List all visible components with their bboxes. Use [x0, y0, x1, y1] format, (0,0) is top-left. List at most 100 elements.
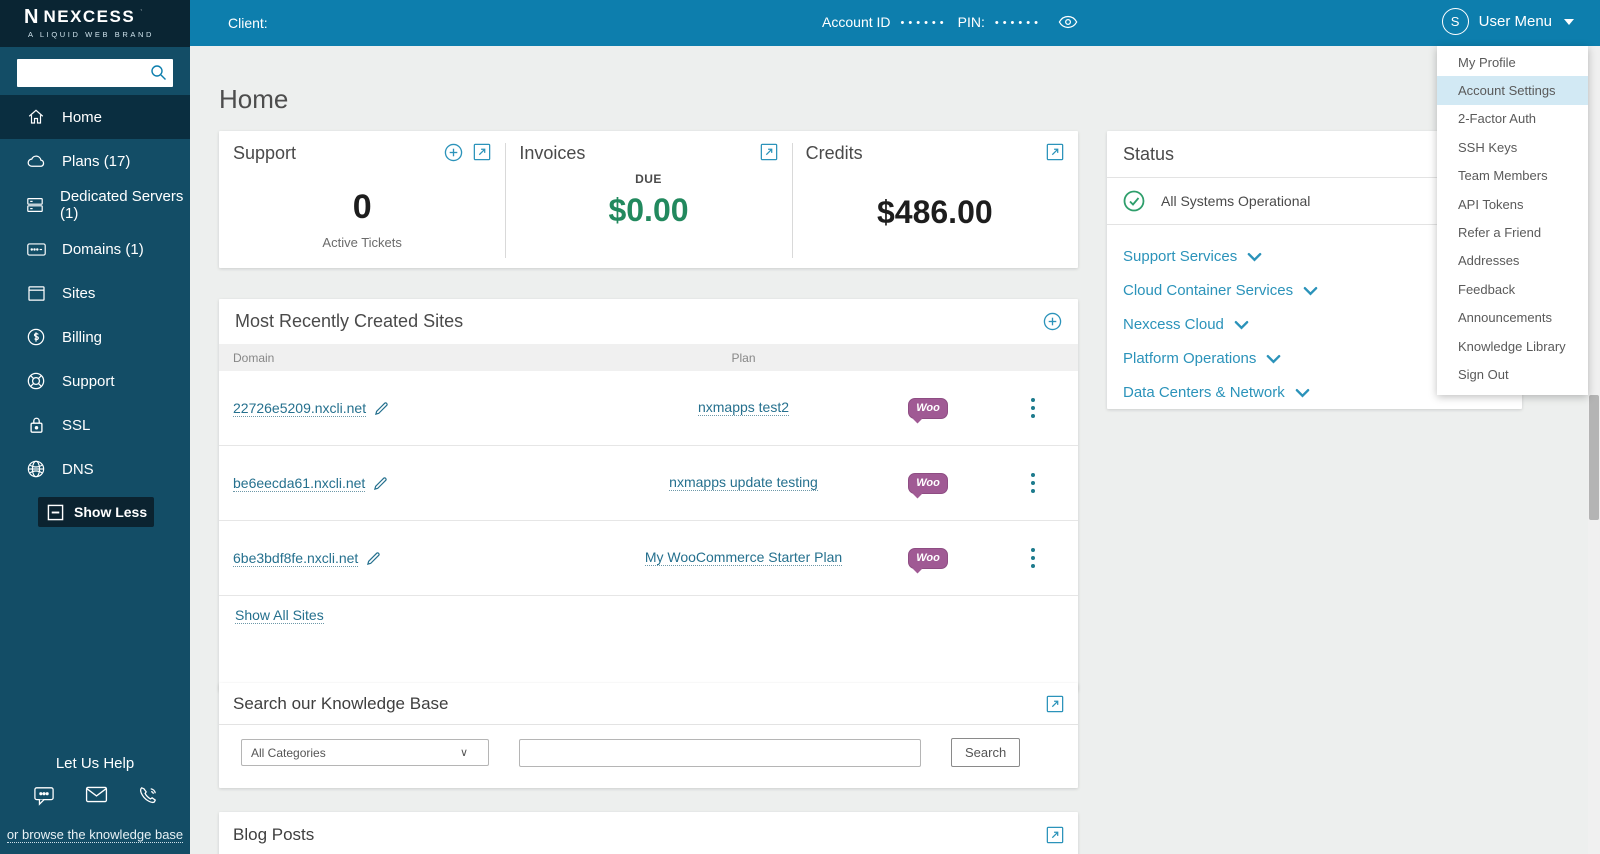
brand-tagline: A LIQUID WEB BRAND — [28, 30, 154, 39]
sidebar-item-label: Home — [62, 108, 103, 126]
account-id-mask: •••••• — [900, 17, 948, 29]
credits-stat: Credits $486.00 — [791, 131, 1078, 268]
menu-item-ssh-keys[interactable]: SSH Keys — [1437, 133, 1588, 161]
sidebar-item-home[interactable]: Home — [0, 95, 190, 139]
knowledge-base-link[interactable]: or browse the knowledge base — [6, 827, 184, 843]
support-title: Support — [233, 143, 297, 163]
menu-item-refer-a-friend[interactable]: Refer a Friend — [1437, 218, 1588, 246]
menu-item-feedback[interactable]: Feedback — [1437, 275, 1588, 303]
eye-icon[interactable] — [1058, 15, 1078, 29]
sidebar-item-label: SSL — [62, 416, 91, 434]
plan-link[interactable]: nxmapps test2 — [697, 399, 790, 416]
menu-item-sign-out[interactable]: Sign Out — [1437, 360, 1588, 388]
page-scrollbar[interactable] — [1588, 46, 1600, 854]
edit-pencil-icon[interactable] — [374, 401, 389, 416]
active-tickets-count: 0 — [352, 188, 372, 226]
phone-icon[interactable] — [138, 786, 158, 806]
cloud-icon — [26, 154, 46, 169]
column-header-plan: Plan — [731, 350, 756, 365]
server-icon — [26, 197, 44, 213]
external-link-icon[interactable] — [1046, 143, 1064, 161]
add-site-icon[interactable] — [1043, 312, 1062, 331]
mail-icon[interactable] — [85, 786, 108, 806]
sidebar-item-dedicated-servers[interactable]: Dedicated Servers (1) — [0, 183, 190, 227]
avatar[interactable]: S — [1441, 8, 1469, 35]
main-content: Home Support 0 Active Tickets Invoices D… — [190, 46, 1600, 854]
show-less-label: Show Less — [74, 504, 148, 520]
status-link-label: Support Services — [1123, 248, 1238, 265]
kb-search-input[interactable] — [519, 738, 921, 767]
invoices-title: Invoices — [519, 143, 586, 163]
add-ticket-icon[interactable] — [444, 143, 463, 162]
external-link-icon[interactable] — [1046, 695, 1064, 713]
sidebar-item-plans[interactable]: Plans (17) — [0, 139, 190, 183]
sidebar-item-support[interactable]: Support — [0, 359, 190, 403]
brand-logo[interactable]: N NEXCESS ` A LIQUID WEB BRAND — [0, 0, 190, 47]
kb-category-select[interactable]: All Categories ∨ — [241, 739, 489, 766]
menu-item-addresses[interactable]: Addresses — [1437, 247, 1588, 275]
scrollbar-thumb[interactable] — [1589, 395, 1599, 520]
lock-icon — [26, 416, 46, 434]
sidebar-item-billing[interactable]: Billing — [0, 315, 190, 359]
search-icon[interactable] — [150, 64, 167, 81]
sidebar-item-sites[interactable]: Sites — [0, 271, 190, 315]
domain-card-icon — [26, 242, 46, 256]
kb-category-selected: All Categories — [251, 745, 326, 760]
client-label: Client: — [228, 15, 268, 31]
sites-table-header: Domain Plan — [219, 344, 1078, 371]
credits-title: Credits — [805, 143, 863, 163]
support-stat: Support 0 Active Tickets — [219, 131, 505, 268]
sidebar-item-label: Support — [62, 372, 115, 390]
sidebar-item-label: Sites — [62, 284, 96, 302]
trademark-mark: ` — [140, 9, 143, 17]
row-actions-kebab-icon[interactable] — [988, 473, 1078, 493]
edit-pencil-icon[interactable] — [366, 551, 381, 566]
table-row: 6be3bdf8fe.nxcli.net My WooCommerce Star… — [219, 521, 1078, 596]
row-actions-kebab-icon[interactable] — [988, 398, 1078, 418]
menu-item-knowledge-library[interactable]: Knowledge Library — [1437, 332, 1588, 360]
external-link-icon[interactable] — [473, 143, 491, 162]
domain-link[interactable]: 6be3bdf8fe.nxcli.net — [233, 550, 359, 567]
sidebar-item-domains[interactable]: Domains (1) — [0, 227, 190, 271]
menu-item-my-profile[interactable]: My Profile — [1437, 48, 1588, 76]
menu-item-team-members[interactable]: Team Members — [1437, 162, 1588, 190]
user-menu-dropdown: My Profile Account Settings 2-Factor Aut… — [1437, 46, 1588, 395]
woocommerce-badge: Woo — [908, 547, 948, 569]
status-link-label: Nexcess Cloud — [1123, 316, 1224, 333]
browser-window-icon — [26, 285, 46, 301]
minus-square-icon — [47, 504, 64, 521]
knowledge-base-card: Search our Knowledge Base All Categories… — [219, 683, 1078, 788]
domain-link[interactable]: be6eecda61.nxcli.net — [233, 475, 366, 492]
globe-icon — [26, 460, 46, 478]
user-menu-trigger[interactable]: S User Menu — [1441, 8, 1574, 35]
plan-link[interactable]: nxmapps update testing — [669, 474, 818, 491]
due-label: DUE — [635, 172, 662, 186]
menu-item-2-factor-auth[interactable]: 2-Factor Auth — [1437, 105, 1588, 133]
menu-item-api-tokens[interactable]: API Tokens — [1437, 190, 1588, 218]
chevron-down-icon: ∨ — [459, 747, 468, 759]
home-icon — [26, 108, 46, 126]
show-all-sites-link[interactable]: Show All Sites — [235, 607, 324, 624]
table-row: be6eecda61.nxcli.net nxmapps update test… — [219, 446, 1078, 521]
pin-mask: •••••• — [994, 17, 1042, 29]
sidebar-item-ssl[interactable]: SSL — [0, 403, 190, 447]
show-less-button[interactable]: Show Less — [38, 497, 154, 527]
chat-icon[interactable] — [33, 786, 55, 806]
edit-pencil-icon[interactable] — [373, 476, 388, 491]
external-link-icon[interactable] — [760, 143, 778, 161]
sidebar-item-dns[interactable]: DNS — [0, 447, 190, 491]
dollar-circle-icon — [26, 328, 46, 346]
plan-link[interactable]: My WooCommerce Starter Plan — [644, 549, 843, 566]
help-title: Let Us Help — [55, 755, 135, 772]
sidebar-item-label: Dedicated Servers (1) — [60, 188, 184, 222]
kb-search-button[interactable]: Search — [951, 738, 1021, 767]
sidebar-search — [17, 59, 173, 87]
menu-item-account-settings[interactable]: Account Settings — [1437, 76, 1588, 105]
row-actions-kebab-icon[interactable] — [988, 548, 1078, 568]
external-link-icon[interactable] — [1046, 826, 1064, 844]
woocommerce-badge: Woo — [908, 397, 948, 419]
blog-title: Blog Posts — [233, 825, 315, 844]
menu-item-announcements[interactable]: Announcements — [1437, 304, 1588, 332]
status-link-label: Cloud Container Services — [1123, 282, 1294, 299]
domain-link[interactable]: 22726e5209.nxcli.net — [233, 400, 367, 417]
